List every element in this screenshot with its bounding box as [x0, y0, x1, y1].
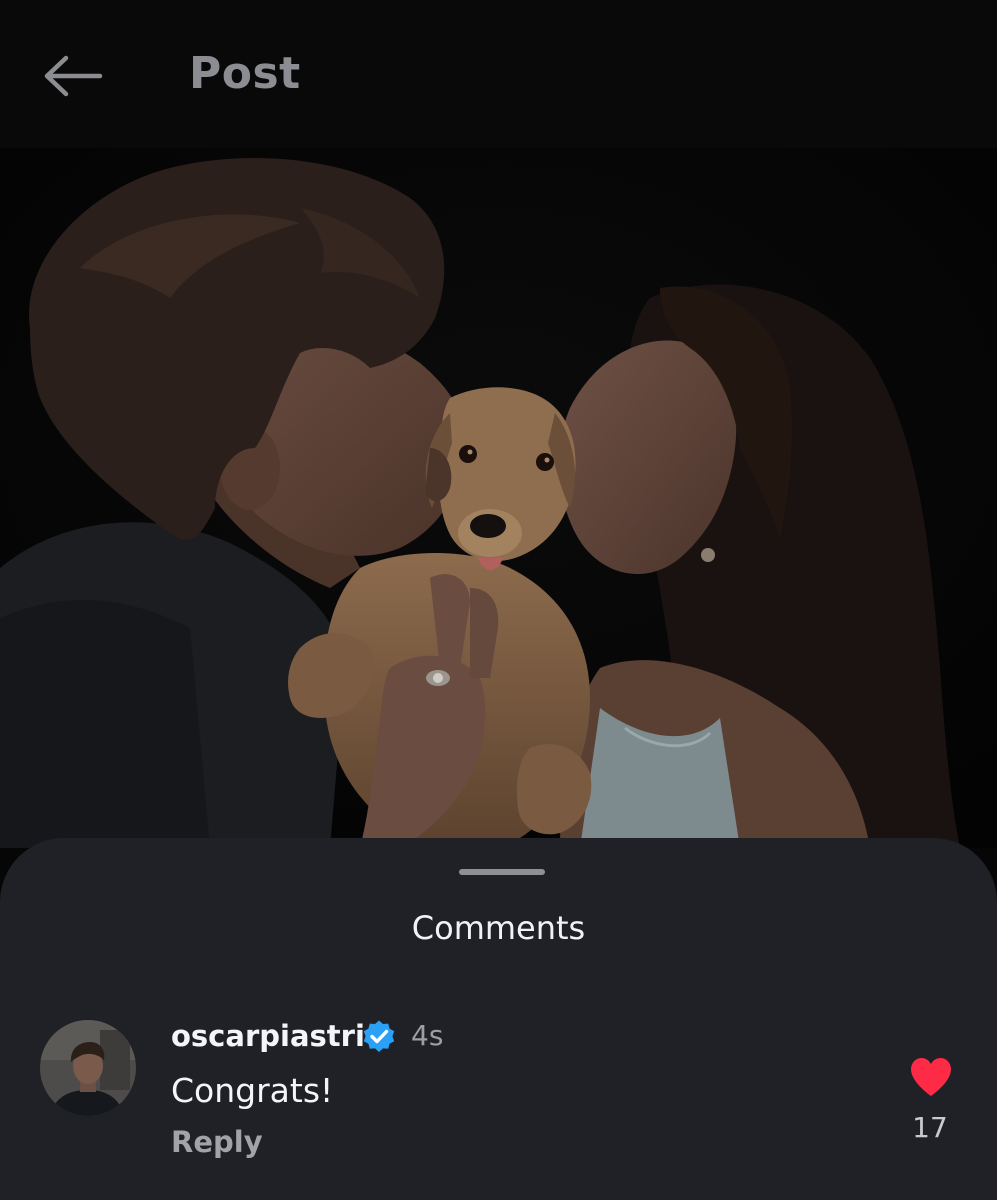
post-photo-illustration [0, 148, 997, 848]
sheet-drag-handle[interactable] [459, 869, 545, 875]
comment-timestamp: 4s [411, 1019, 444, 1052]
like-count: 17 [912, 1111, 948, 1144]
back-button[interactable] [36, 45, 108, 105]
page-title: Post [189, 48, 301, 99]
avatar-image [40, 1020, 136, 1116]
reply-button[interactable]: Reply [171, 1122, 263, 1162]
verified-badge-icon [361, 1019, 397, 1055]
top-bar: Post [0, 0, 997, 148]
comments-sheet: Comments oscarpiastri 4s Congrats! Reply [0, 838, 997, 1200]
like-button[interactable] [908, 1056, 954, 1098]
avatar[interactable] [40, 1020, 136, 1116]
heart-icon [911, 1058, 951, 1096]
comment-username[interactable]: oscarpiastri [171, 1016, 365, 1056]
arrow-left-icon [44, 55, 103, 97]
comment-text: Congrats! [171, 1071, 334, 1110]
comment-item: oscarpiastri 4s Congrats! Reply 17 [0, 1016, 997, 1176]
post-photo[interactable] [0, 148, 997, 848]
comments-title: Comments [411, 909, 586, 947]
